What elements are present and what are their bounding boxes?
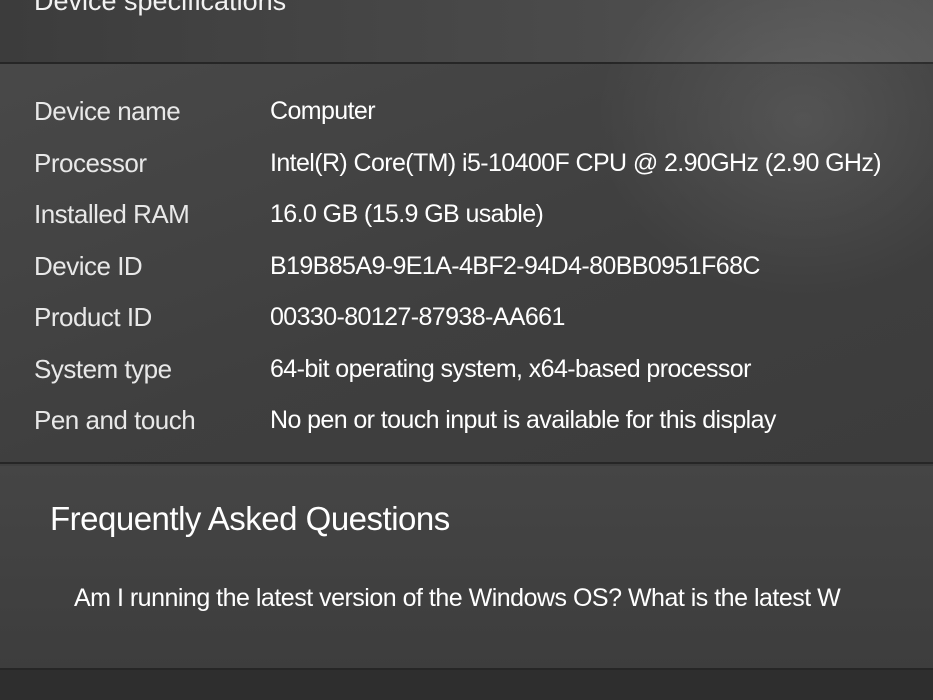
spec-row-device-name: Device name Computer bbox=[34, 86, 924, 138]
spec-value: 16.0 GB (15.9 GB usable) bbox=[270, 200, 544, 229]
spec-value: No pen or touch input is available for t… bbox=[270, 406, 776, 435]
spec-row-product-id: Product ID 00330-80127-87938-AA661 bbox=[34, 292, 924, 344]
spec-label: Processor bbox=[34, 147, 147, 178]
spec-row-pen-and-touch: Pen and touch No pen or touch input is a… bbox=[34, 395, 924, 447]
settings-screen: Device specifications Device name Comput… bbox=[0, 0, 933, 700]
divider bbox=[0, 62, 933, 64]
spec-value: Computer bbox=[270, 97, 376, 126]
spec-row-installed-ram: Installed RAM 16.0 GB (15.9 GB usable) bbox=[34, 189, 924, 241]
divider bbox=[0, 462, 933, 464]
spec-value: 00330-80127-87938-AA661 bbox=[270, 303, 565, 332]
spec-label: System type bbox=[34, 353, 172, 384]
device-specs-list: Device name Computer Processor Intel(R) … bbox=[34, 86, 924, 447]
spec-value: 64-bit operating system, x64-based proce… bbox=[270, 354, 751, 383]
spec-value: Intel(R) Core(TM) i5-10400F CPU @ 2.90GH… bbox=[270, 148, 882, 177]
faq-question-link[interactable]: Am I running the latest version of the W… bbox=[74, 584, 841, 613]
device-specifications-header[interactable]: Device specifications bbox=[0, 0, 933, 62]
spec-label: Installed RAM bbox=[34, 199, 190, 230]
next-section-header[interactable] bbox=[0, 670, 933, 700]
spec-row-system-type: System type 64-bit operating system, x64… bbox=[34, 344, 924, 396]
spec-label: Pen and touch bbox=[34, 405, 196, 436]
spec-row-device-id: Device ID B19B85A9-9E1A-4BF2-94D4-80BB09… bbox=[34, 241, 924, 293]
spec-label: Device ID bbox=[34, 250, 143, 281]
spec-label: Product ID bbox=[34, 302, 152, 333]
spec-value: B19B85A9-9E1A-4BF2-94D4-80BB0951F68C bbox=[270, 251, 760, 280]
faq-section bbox=[0, 466, 933, 670]
spec-row-processor: Processor Intel(R) Core(TM) i5-10400F CP… bbox=[34, 138, 924, 190]
section-title: Device specifications bbox=[34, 0, 287, 16]
spec-label: Device name bbox=[34, 96, 181, 127]
faq-title: Frequently Asked Questions bbox=[50, 500, 450, 537]
